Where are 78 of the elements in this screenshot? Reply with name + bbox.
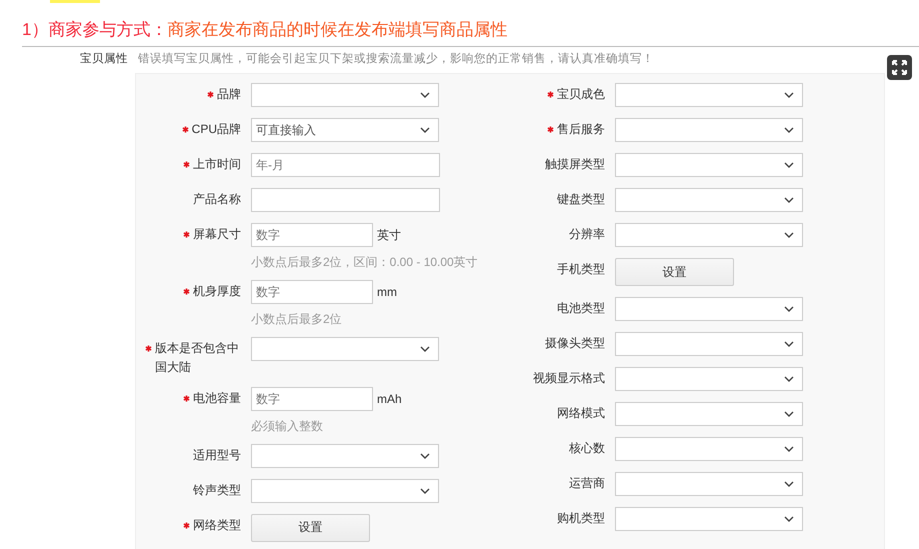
field-label: 键盘类型 (556, 191, 605, 208)
chevron-down-icon (784, 306, 794, 312)
field-label: 产品名称 (193, 191, 241, 208)
dropdown[interactable] (614, 402, 803, 426)
chevron-down-icon (784, 481, 794, 487)
field-label: 视频显示格式 (532, 370, 605, 387)
field-label: 铃声类型 (193, 482, 241, 499)
field-label: 购机类型 (556, 510, 605, 527)
settings-button[interactable]: 设置 (251, 514, 370, 542)
dropdown[interactable] (614, 332, 803, 356)
field-label: 触摸屏类型 (544, 156, 605, 173)
chevron-down-icon (420, 92, 430, 98)
chevron-down-icon (784, 446, 794, 452)
field-label: 上市时间 (193, 156, 241, 173)
chevron-down-icon (784, 341, 794, 347)
field-label: 网络模式 (556, 405, 605, 422)
section-title: 宝贝属性 (80, 51, 128, 67)
input-field[interactable]: 年-月 (251, 153, 440, 177)
field-label: 网络类型 (193, 516, 241, 534)
field-label: 适用型号 (193, 446, 241, 464)
dropdown[interactable] (614, 367, 803, 391)
field-label: 机身厚度 (193, 282, 241, 300)
dropdown[interactable] (614, 153, 803, 177)
field-label: 品牌 (217, 86, 241, 103)
dropdown[interactable] (614, 437, 803, 461)
chevron-down-icon (420, 452, 430, 459)
dropdown[interactable] (614, 83, 803, 107)
chevron-down-icon (420, 346, 430, 352)
input-field[interactable] (251, 188, 440, 212)
chevron-down-icon (420, 488, 430, 494)
dropdown[interactable] (251, 444, 439, 468)
hint-text: 小数点后最多2位 (251, 310, 343, 327)
settings-button[interactable]: 设置 (614, 258, 734, 286)
hint-text: 必须输入整数 (251, 418, 324, 434)
chevron-down-icon (784, 92, 794, 98)
field-label: 手机类型 (556, 261, 605, 278)
unit-label: mm (377, 284, 397, 299)
chevron-down-icon (784, 411, 794, 417)
field-label: 宝贝成色 (556, 86, 605, 103)
hint-text: 小数点后最多2位，区间：0.00 - 10.00英寸 (251, 254, 478, 270)
dropdown[interactable] (614, 507, 803, 531)
warning-note: 错误填写宝贝属性，可能会引起宝贝下架或搜索流量减少，影响您的正常销售，请认真准确填写！ (138, 51, 654, 67)
chevron-down-icon (784, 516, 794, 522)
heading-label: 1）商家参与方式： (22, 19, 168, 41)
heading-text: 商家在发布商品的时候在发布端填写商品属性 (167, 19, 508, 41)
field-label: 摄像头类型 (544, 335, 605, 352)
chevron-down-icon (420, 127, 430, 133)
field-label: 核心数 (568, 440, 605, 457)
chevron-down-icon (784, 376, 794, 382)
field-label: 电池容量 (193, 390, 241, 407)
fullscreen-icon[interactable] (887, 55, 912, 80)
field-label: CPU品牌 (192, 121, 241, 138)
unit-label: mAh (377, 392, 402, 406)
dropdown[interactable] (251, 83, 439, 107)
chevron-down-icon (784, 197, 794, 203)
dropdown[interactable] (614, 118, 803, 142)
input-field[interactable]: 数字 (251, 386, 373, 411)
dropdown[interactable] (251, 336, 439, 361)
chevron-down-icon (784, 127, 794, 133)
dropdown[interactable] (614, 188, 803, 212)
dropdown[interactable] (614, 472, 803, 496)
dropdown[interactable] (614, 297, 803, 321)
field-label: 售后服务 (556, 121, 605, 138)
highlight-bar (50, 0, 100, 3)
dropdown[interactable] (251, 478, 439, 503)
dropdown[interactable] (614, 223, 803, 247)
input-field[interactable]: 数字 (251, 280, 373, 304)
field-label: 屏幕尺寸 (193, 226, 241, 243)
field-label: 分辨率 (568, 226, 605, 243)
combo-box[interactable]: 可直接输入 (251, 118, 439, 142)
field-label: 电池类型 (556, 300, 605, 317)
field-label: 版本是否包含中国大陆 (155, 340, 240, 376)
chevron-down-icon (784, 232, 794, 238)
field-label: 运营商 (568, 475, 605, 492)
unit-label: 英寸 (377, 226, 401, 244)
input-field[interactable]: 数字 (251, 223, 373, 247)
combo-placeholder: 可直接输入 (256, 122, 316, 138)
chevron-down-icon (784, 162, 794, 168)
